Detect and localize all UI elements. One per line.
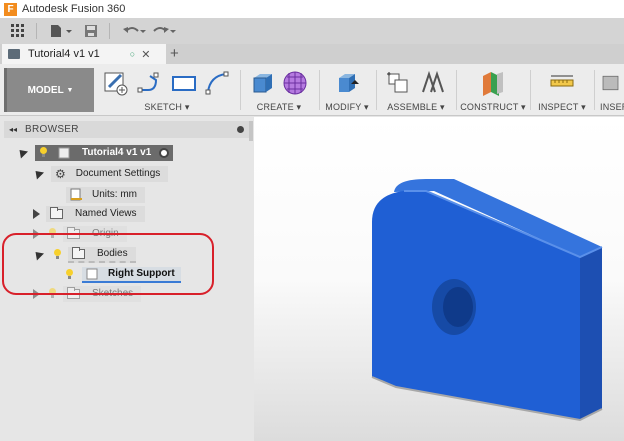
activate-radio-icon[interactable] xyxy=(159,147,170,158)
modify-group: MODIFY ▾ xyxy=(322,68,372,114)
joint-icon[interactable] xyxy=(419,70,447,96)
construct-group: CONSTRUCT ▾ xyxy=(460,68,526,114)
visibility-bulb-icon[interactable] xyxy=(39,147,48,158)
canvas-viewport[interactable] xyxy=(254,117,624,441)
toolbar-ribbon: MODEL ▼ SKETCH ▾ CREATE ▾ MODIFY ▾ ASSEM… xyxy=(0,64,624,116)
insert-group: INSER xyxy=(598,68,624,114)
folder-icon xyxy=(50,206,63,219)
line-icon[interactable] xyxy=(136,70,164,96)
ribbon-divider xyxy=(240,70,241,110)
tree-document-settings[interactable]: ⚙ Document Settings xyxy=(31,165,169,182)
file-icon[interactable] xyxy=(49,21,73,41)
arc-icon[interactable] xyxy=(204,70,232,96)
expand-toggle-icon[interactable] xyxy=(33,208,40,219)
units-label: Units: mm xyxy=(92,189,137,200)
workspace-switcher[interactable]: MODEL ▼ xyxy=(4,68,94,112)
root-label: Tutorial4 v1 v1 xyxy=(82,147,152,158)
browser-options-icon[interactable] xyxy=(237,126,244,133)
tree-units[interactable]: Units: mm xyxy=(62,186,145,203)
press-pull-icon[interactable] xyxy=(333,70,361,96)
units-page-icon xyxy=(70,188,82,201)
create-sketch-icon[interactable] xyxy=(102,70,130,96)
sync-status-icon: ○ xyxy=(129,49,136,59)
new-tab-button[interactable]: + xyxy=(170,45,179,63)
expand-toggle-icon[interactable] xyxy=(31,167,45,180)
sketch-menu-label[interactable]: SKETCH xyxy=(144,102,182,112)
app-title: Autodesk Fusion 360 xyxy=(22,3,126,15)
root-chip[interactable]: Tutorial4 v1 v1 xyxy=(35,144,174,161)
highlight-annotation xyxy=(2,233,214,295)
modify-menu-label[interactable]: MODIFY xyxy=(325,102,361,112)
create-menu-label[interactable]: CREATE xyxy=(257,102,294,112)
ribbon-divider xyxy=(319,70,320,110)
insert-menu-label[interactable]: INSER xyxy=(600,102,624,112)
insert-icon[interactable] xyxy=(600,70,621,96)
quick-access-toolbar xyxy=(0,18,624,44)
rectangle-icon[interactable] xyxy=(170,70,198,96)
document-icon xyxy=(58,147,70,158)
offset-plane-icon[interactable] xyxy=(479,70,507,96)
new-component-icon[interactable] xyxy=(385,70,413,96)
gear-icon: ⚙ xyxy=(55,166,66,181)
toolbar-divider xyxy=(109,23,110,39)
workspace-label: MODEL xyxy=(27,84,64,96)
ribbon-divider xyxy=(376,70,377,110)
expand-toggle-icon[interactable] xyxy=(15,146,29,159)
collapse-browser-icon[interactable]: ◂◂ xyxy=(9,125,17,134)
ribbon-divider xyxy=(456,70,457,110)
ribbon-divider xyxy=(594,70,595,110)
tree-named-views[interactable]: Named Views xyxy=(33,205,145,222)
sketch-group: SKETCH ▾ xyxy=(98,68,236,114)
panel-resize-handle[interactable] xyxy=(249,121,253,141)
chevron-down-icon: ▼ xyxy=(66,86,74,94)
document-tab[interactable]: Tutorial4 v1 v1 ○ ✕ xyxy=(2,44,166,64)
browser-header: ◂◂ BROWSER xyxy=(4,121,252,138)
grid-icon[interactable] xyxy=(6,21,30,41)
document-tab-bar: Tutorial4 v1 v1 ○ ✕ + xyxy=(0,44,624,64)
browser-title: BROWSER xyxy=(25,124,79,135)
extrude-icon[interactable] xyxy=(248,70,276,96)
undo-icon[interactable] xyxy=(122,21,146,41)
save-icon[interactable] xyxy=(79,21,103,41)
inspect-menu-label[interactable]: INSPECT xyxy=(538,102,578,112)
form-icon[interactable] xyxy=(282,70,310,96)
redo-icon[interactable] xyxy=(152,21,176,41)
assemble-menu-label[interactable]: ASSEMBLE xyxy=(387,102,437,112)
construct-menu-label[interactable]: CONSTRUCT xyxy=(460,102,518,112)
measure-icon[interactable] xyxy=(548,70,576,96)
toolbar-divider xyxy=(36,23,37,39)
document-settings-label: Document Settings xyxy=(75,168,161,179)
assemble-group: ASSEMBLE ▾ xyxy=(380,68,452,114)
create-group: CREATE ▾ xyxy=(244,68,314,114)
tab-label: Tutorial4 v1 v1 xyxy=(28,48,100,60)
fusion-logo-icon: F xyxy=(4,2,17,16)
close-tab-icon[interactable]: ✕ xyxy=(141,48,150,61)
document-icon xyxy=(8,49,20,59)
named-views-label: Named Views xyxy=(75,208,137,219)
inspect-group: INSPECT ▾ xyxy=(534,68,590,114)
right-support-model[interactable] xyxy=(254,117,624,441)
tree-root[interactable]: Tutorial4 v1 v1 xyxy=(15,144,174,161)
title-bar: F Autodesk Fusion 360 xyxy=(0,0,624,18)
ribbon-divider xyxy=(530,70,531,110)
